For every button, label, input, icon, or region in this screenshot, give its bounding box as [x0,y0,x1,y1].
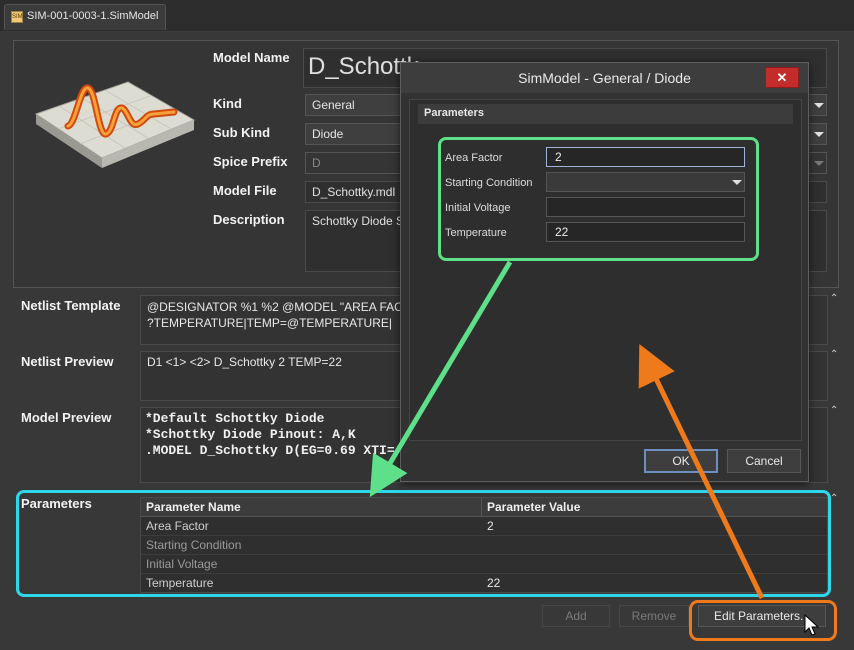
model-file-label: Model File [213,183,277,198]
collapse-icon[interactable]: ⌃ [830,349,838,360]
model-preview-label: Model Preview [21,410,112,425]
remove-button[interactable]: Remove [619,605,689,627]
simmodel-file-icon: SIM [11,11,23,23]
spice-prefix-label: Spice Prefix [213,154,288,169]
collapse-icon[interactable]: ⌃ [830,405,838,416]
netlist-template-label: Netlist Template [21,298,121,313]
document-tab-label: SIM-001-0003-1.SimModel [27,10,159,22]
collapse-icon[interactable]: ⌃ [830,293,838,304]
simmodel-dialog: SimModel - General / Diode ✕ Parameters … [400,62,809,482]
spice-prefix-value: D [312,156,321,170]
parameters-highlight [16,490,831,597]
document-tab[interactable]: SIM SIM-001-0003-1.SimModel [4,4,166,30]
kind-select-value: General [312,98,355,112]
collapse-icon[interactable]: ⌃ [830,493,838,504]
kind-label: Kind [213,96,242,111]
sub-kind-select-value: Diode [312,127,344,141]
schottky-diode-waveform-icon [34,81,196,168]
dialog-title: SimModel - General / Diode [401,63,808,93]
chevron-down-icon [814,132,824,137]
document-tab-bar: SIM SIM-001-0003-1.SimModel [0,0,854,32]
ok-button[interactable]: OK [644,449,718,473]
cancel-button[interactable]: Cancel [727,449,801,473]
sub-kind-label: Sub Kind [213,125,271,140]
dialog-fields-highlight [438,137,759,261]
add-button[interactable]: Add [542,605,610,627]
model-name-label: Model Name [213,50,290,65]
chevron-down-icon [814,103,824,108]
netlist-preview-label: Netlist Preview [21,354,114,369]
close-icon[interactable]: ✕ [765,67,799,88]
description-label: Description [213,212,285,227]
chevron-down-icon [814,161,824,166]
dialog-section-header: Parameters [418,104,793,124]
mouse-cursor-icon [804,614,820,636]
